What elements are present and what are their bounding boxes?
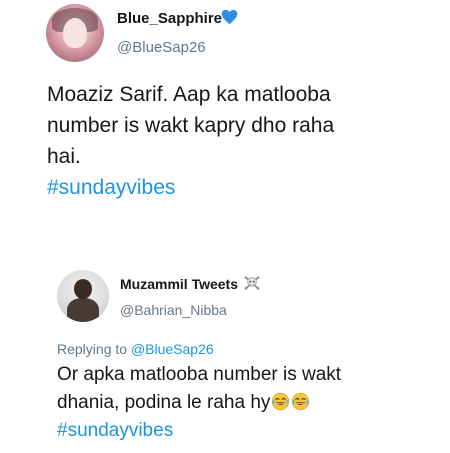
author-name[interactable]: Muzammil Tweets [120,276,238,292]
emoji-run [270,392,310,417]
avatar-head [74,279,92,299]
reply-text-line: Or apka matlooba number is wakt [57,364,342,385]
reply-text-line-with-emoji: dhania, podina le raha hy [57,392,310,417]
tweet-text-line: Moaziz Sarif. Aap ka matlooba [47,83,331,106]
avatar[interactable] [46,4,104,62]
hashtag-link[interactable]: #sundayvibes [57,420,173,442]
tweet-text-line: number is wakt kapry dho raha [47,114,335,137]
tears-of-joy-icon [271,392,290,411]
replying-to: Replying to @BlueSap26 [57,341,214,357]
tweet-text-line: hai. [47,145,81,168]
tears-of-joy-icon [291,392,310,411]
author-handle[interactable]: @Bahrian_Nibba [120,302,227,318]
avatar-body [67,298,99,322]
original-tweet: Blue_Sapphire @BlueSap26 Moaziz Sarif. A… [0,0,450,240]
skull-crossbones-icon [244,275,260,291]
avatar[interactable] [57,270,109,322]
avatar-face [63,18,87,48]
reply-text: dhania, podina le raha hy [57,392,271,413]
blue-heart-icon [221,9,238,25]
replying-to-label: Replying to [57,341,128,357]
replying-to-mention[interactable]: @BlueSap26 [131,341,214,357]
author-handle[interactable]: @BlueSap26 [117,39,206,56]
hashtag-link[interactable]: #sundayvibes [47,176,175,200]
author-name[interactable]: Blue_Sapphire [117,10,222,27]
